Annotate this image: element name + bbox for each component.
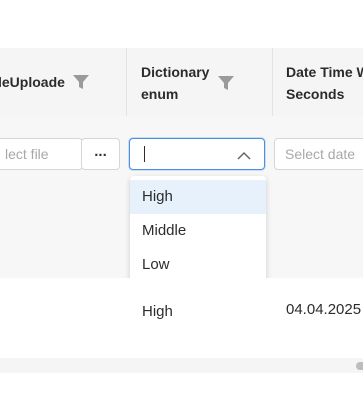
header-dictionary-enum-line1[interactable]: Dictionary (141, 62, 209, 83)
dropdown-option-middle[interactable]: Middle (130, 214, 266, 248)
cell-dictionary: High (142, 303, 173, 320)
filter-icon[interactable] (72, 73, 90, 91)
dictionary-dropdown-list: High Middle Low (130, 176, 266, 285)
column-separator[interactable] (126, 48, 127, 116)
header-datetime-line2[interactable]: Seconds (286, 84, 344, 105)
text-caret (144, 146, 145, 162)
header-datetime-line1[interactable]: Date Time W (286, 62, 363, 83)
header-dictionary-enum-line2[interactable]: enum (141, 84, 178, 105)
filter-icon[interactable] (217, 74, 235, 92)
cell-datetime: 04.04.2025 (286, 301, 362, 318)
dropdown-option-high[interactable]: High (130, 180, 266, 214)
chevron-up-icon[interactable] (237, 151, 251, 161)
header-file-upload[interactable]: leUploade (0, 72, 65, 93)
horizontal-scrollbar-track[interactable] (0, 358, 363, 373)
column-separator[interactable] (272, 48, 273, 116)
horizontal-scrollbar-thumb[interactable] (356, 362, 363, 370)
dropdown-option-low[interactable]: Low (130, 248, 266, 282)
file-browse-button[interactable]: ... (81, 138, 120, 170)
date-filter-input[interactable]: Select date (274, 138, 363, 170)
table-row[interactable] (0, 278, 363, 358)
data-grid: leUploade Dictionary enum Date Time W Se… (0, 0, 363, 397)
file-select-input[interactable]: lect file (0, 138, 83, 170)
